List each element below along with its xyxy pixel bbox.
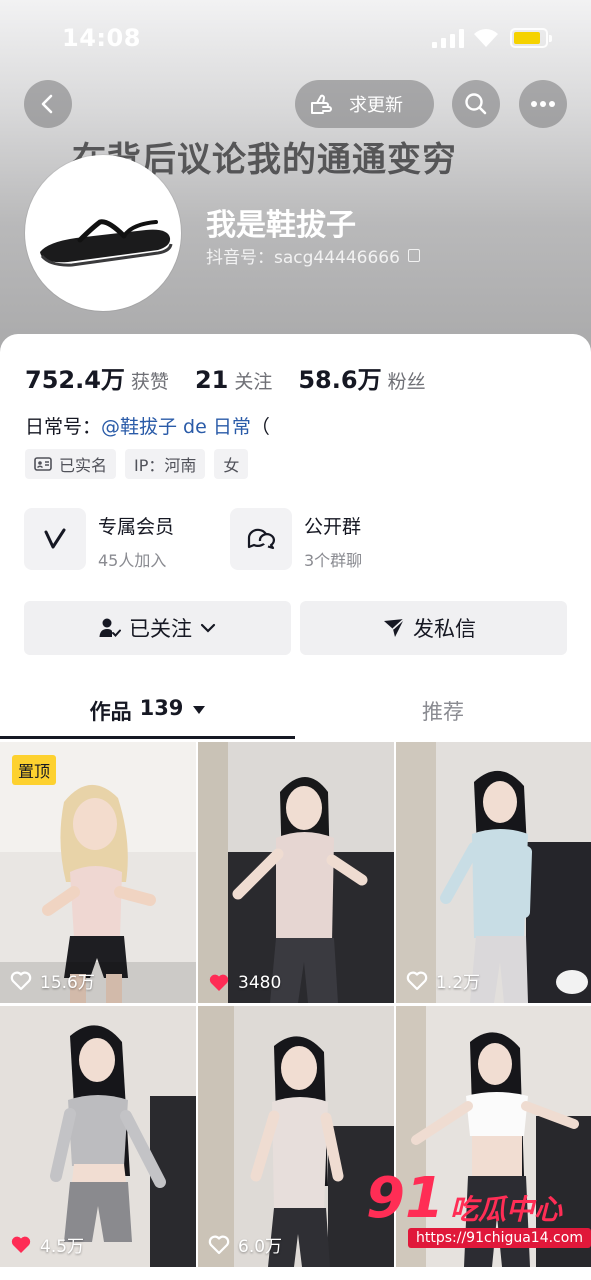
group-title: 公开群: [304, 516, 362, 538]
douyin-id-text: 抖音号：sacg44446666: [206, 248, 400, 268]
video-likes: 6.0万: [208, 1232, 282, 1257]
tab-works[interactable]: 作品 139: [0, 690, 295, 742]
gender-tag: 女: [214, 449, 249, 479]
douyin-id[interactable]: 抖音号：sacg44446666: [206, 243, 420, 268]
group-chat-icon: [247, 528, 276, 550]
likes-label: 获赞: [130, 371, 169, 393]
verified-label: 已实名: [59, 456, 108, 475]
video-thumbnail[interactable]: 4.5万: [0, 1006, 196, 1267]
watermark-number: 91: [366, 1166, 444, 1231]
site-watermark: 91 吃瓜中心 https://91chigua14.com: [362, 1166, 591, 1252]
request-update-button[interactable]: 求更新: [295, 80, 434, 128]
cellular-signal-icon: [432, 28, 464, 48]
chevron-down-icon: [200, 623, 216, 633]
tab-works-count: 139: [139, 696, 184, 720]
video-likes-count: 4.5万: [40, 1237, 85, 1257]
heart-outline-icon: [208, 1235, 230, 1254]
membership-title: 专属会员: [98, 516, 175, 538]
thumbnail-image: [396, 742, 591, 1003]
thumbnail-image: [0, 1006, 196, 1267]
search-icon: [465, 93, 487, 115]
flip-flop-image: [40, 219, 173, 267]
more-options-button[interactable]: [519, 80, 567, 128]
v-membership-icon: [44, 528, 66, 549]
bio-prefix: 日常号：: [25, 416, 102, 438]
heart-filled-icon: [11, 1236, 31, 1253]
wifi-icon: [472, 26, 500, 48]
video-thumbnail[interactable]: 置顶 15.6万: [0, 742, 196, 1003]
profile-tags: 已实名 IP：河南 女: [25, 449, 257, 479]
watermark-brand: 吃瓜中心: [450, 1193, 563, 1226]
video-likes-count: 1.2万: [436, 973, 481, 993]
pointing-hand-icon: [311, 94, 332, 114]
heart-outline-icon: [406, 971, 428, 990]
video-likes-count: 3480: [238, 973, 282, 993]
followers-label: 粉丝: [387, 371, 426, 393]
video-likes: 1.2万: [406, 968, 480, 993]
bio-mention-link[interactable]: @鞋拔子 de 日常: [101, 416, 251, 438]
following-button[interactable]: 已关注: [24, 601, 291, 655]
membership-entry[interactable]: 专属会员 45人加入: [24, 508, 174, 570]
membership-icon-box: [24, 508, 86, 570]
watermark-url: https://91chigua14.com: [408, 1228, 591, 1248]
video-likes-count: 6.0万: [238, 1237, 283, 1257]
bio-suffix: （: [250, 416, 270, 438]
bio: 日常号：@鞋拔子 de 日常（: [25, 412, 270, 439]
heart-outline-icon: [10, 971, 32, 990]
verified-tag: 已实名: [25, 449, 117, 479]
following-label-text: 已关注: [129, 617, 192, 641]
caret-down-icon[interactable]: [193, 706, 206, 714]
back-button[interactable]: [24, 80, 72, 128]
followers-count[interactable]: 58.6万: [298, 360, 381, 395]
content-tabs: 作品 139 推荐: [0, 690, 591, 742]
search-button[interactable]: [452, 80, 500, 128]
status-bar: 14:08: [0, 0, 591, 78]
following-count[interactable]: 21: [195, 366, 228, 394]
tab-recommend[interactable]: 推荐: [295, 690, 591, 742]
public-group-entry[interactable]: 公开群 3个群聊: [230, 508, 362, 570]
group-icon-box: [230, 508, 292, 570]
send-message-button[interactable]: 发私信: [300, 601, 567, 655]
request-update-label: 求更新: [349, 95, 403, 116]
tab-works-label: 作品: [89, 700, 132, 724]
user-check-icon: [99, 618, 121, 637]
thumbnail-image: [198, 742, 394, 1003]
likes-count[interactable]: 752.4万: [25, 360, 125, 395]
battery-icon: [510, 28, 552, 48]
following-label: 关注: [234, 371, 273, 393]
video-likes: 4.5万: [10, 1232, 84, 1257]
stats-row: 752.4万 获赞 21 关注 58.6万 粉丝: [25, 360, 452, 395]
send-paper-plane-icon: [384, 618, 405, 637]
id-card-icon: [34, 457, 52, 471]
status-time: 14:08: [62, 24, 141, 52]
video-likes-count: 15.6万: [40, 973, 95, 993]
send-message-label: 发私信: [413, 617, 476, 641]
pinned-badge: 置顶: [12, 755, 57, 785]
group-subtitle: 3个群聊: [304, 551, 363, 570]
video-thumbnail[interactable]: 1.2万: [396, 742, 591, 1003]
active-tab-indicator: [0, 736, 295, 739]
membership-subtitle: 45人加入: [98, 551, 167, 570]
copy-icon[interactable]: [407, 249, 420, 262]
ip-location-tag: IP：河南: [125, 449, 206, 479]
video-thumbnail[interactable]: 3480: [198, 742, 394, 1003]
avatar[interactable]: [25, 155, 181, 311]
video-likes: 3480: [208, 973, 281, 993]
nickname: 我是鞋拔子: [206, 208, 356, 243]
heart-filled-icon: [209, 974, 229, 991]
more-dots-icon: [531, 101, 555, 107]
chevron-left-icon: [41, 94, 53, 114]
video-likes: 15.6万: [10, 968, 95, 993]
